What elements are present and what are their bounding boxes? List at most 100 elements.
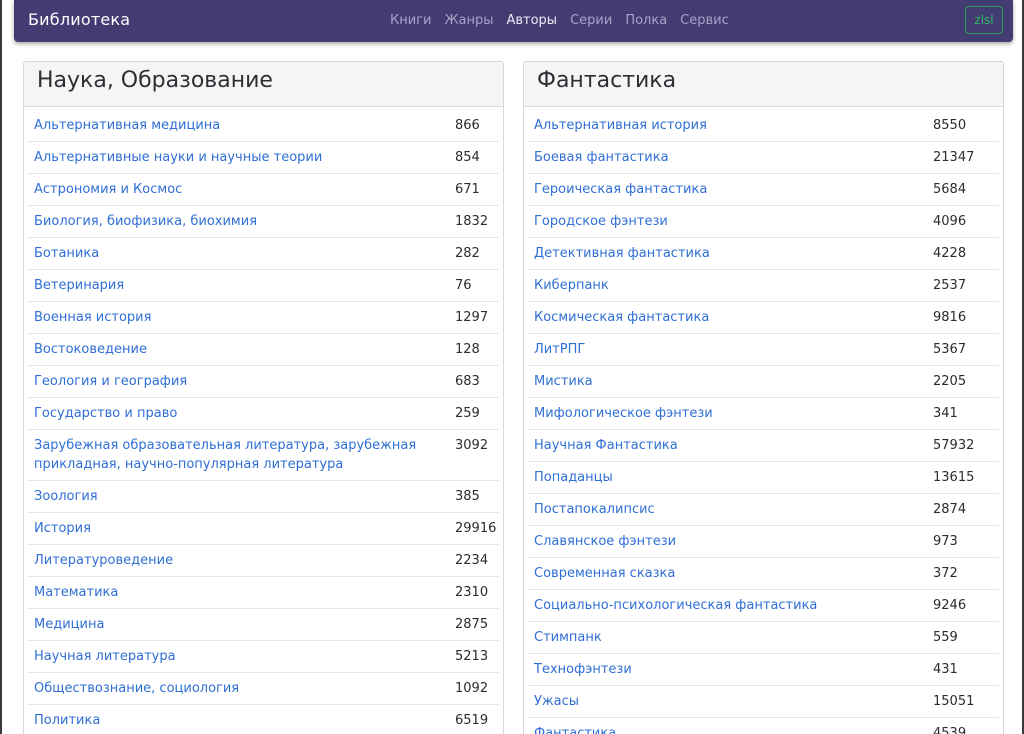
genre-link[interactable]: Постапокалипсис bbox=[534, 500, 933, 519]
genre-link[interactable]: Астрономия и Космос bbox=[34, 180, 455, 199]
genre-row: Попаданцы 13615 bbox=[528, 462, 999, 494]
genre-link[interactable]: Биология, биофизика, биохимия bbox=[34, 212, 455, 231]
genre-book-count: 2874 bbox=[933, 502, 967, 517]
genre-link[interactable]: Военная история bbox=[34, 308, 455, 327]
genre-book-count: 15051 bbox=[933, 694, 975, 709]
genre-link[interactable]: Мифологическое фэнтези bbox=[534, 404, 933, 423]
nav-link-service[interactable]: Сервис bbox=[680, 13, 729, 28]
genre-book-count: 6519 bbox=[455, 713, 489, 728]
genre-row: Киберпанк 2537 bbox=[528, 270, 999, 302]
brand-title[interactable]: Библиотека bbox=[28, 10, 130, 29]
genre-book-count: 128 bbox=[455, 342, 480, 357]
genre-link[interactable]: Фантастика bbox=[534, 724, 933, 734]
genre-book-count: 259 bbox=[455, 406, 480, 421]
genre-link[interactable]: Государство и право bbox=[34, 404, 455, 423]
genre-link[interactable]: Попаданцы bbox=[534, 468, 933, 487]
genre-link[interactable]: Ужасы bbox=[534, 692, 933, 711]
genre-book-count: 683 bbox=[455, 374, 480, 389]
genre-row: Литературоведение 2234 bbox=[28, 545, 499, 577]
genre-link[interactable]: Литературоведение bbox=[34, 551, 455, 570]
genre-link[interactable]: Технофэнтези bbox=[534, 660, 933, 679]
genre-link[interactable]: Городское фэнтези bbox=[534, 212, 933, 231]
genre-book-count: 21347 bbox=[933, 150, 975, 165]
genre-book-count: 5367 bbox=[933, 342, 967, 357]
genre-row: Политика 6519 bbox=[28, 705, 499, 734]
nav-link-series[interactable]: Серии bbox=[570, 13, 612, 28]
genre-row: Медицина 2875 bbox=[28, 609, 499, 641]
genre-row: ЛитРПГ 5367 bbox=[528, 334, 999, 366]
genre-book-count: 341 bbox=[933, 406, 958, 421]
genre-link[interactable]: Альтернативная медицина bbox=[34, 116, 455, 135]
genre-row: Постапокалипсис 2874 bbox=[528, 494, 999, 526]
genre-link[interactable]: Обществознание, социология bbox=[34, 679, 455, 698]
genre-book-count: 2234 bbox=[455, 553, 489, 568]
genre-book-count: 2875 bbox=[455, 617, 489, 632]
genre-link[interactable]: Современная сказка bbox=[534, 564, 933, 583]
genre-link[interactable]: Боевая фантастика bbox=[534, 148, 933, 167]
genre-book-count: 4228 bbox=[933, 246, 967, 261]
genre-book-count: 282 bbox=[455, 246, 480, 261]
genre-book-count: 76 bbox=[455, 278, 472, 293]
nav-link-shelf[interactable]: Полка bbox=[625, 13, 667, 28]
genre-link[interactable]: Стимпанк bbox=[534, 628, 933, 647]
genre-row: Зарубежная образовательная литература, з… bbox=[28, 430, 499, 481]
section-title: Наука, Образование bbox=[24, 62, 503, 107]
genre-link[interactable]: История bbox=[34, 519, 455, 538]
genre-row: Фантастика 4539 bbox=[528, 718, 999, 734]
genre-link[interactable]: Детективная фантастика bbox=[534, 244, 933, 263]
browser-viewport: Библиотека Книги Жанры Авторы Серии Полк… bbox=[0, 0, 1024, 734]
main-nav: Книги Жанры Авторы Серии Полка Сервис bbox=[390, 13, 742, 28]
genre-link[interactable]: Математика bbox=[34, 583, 455, 602]
genre-link[interactable]: Ботаника bbox=[34, 244, 455, 263]
genre-row: Геология и география 683 bbox=[28, 366, 499, 398]
top-navbar: Библиотека Книги Жанры Авторы Серии Полк… bbox=[14, 0, 1013, 42]
section-card-science: Наука, Образование Альтернативная медици… bbox=[23, 61, 504, 734]
genre-link[interactable]: Научная Фантастика bbox=[534, 436, 933, 455]
genre-link[interactable]: Зоология bbox=[34, 487, 455, 506]
genre-book-count: 559 bbox=[933, 630, 958, 645]
genre-row: Востоковедение 128 bbox=[28, 334, 499, 366]
genre-link[interactable]: Героическая фантастика bbox=[534, 180, 933, 199]
genre-book-count: 973 bbox=[933, 534, 958, 549]
genre-row: Альтернативные науки и научные теории 854 bbox=[28, 142, 499, 174]
genre-link[interactable]: Киберпанк bbox=[534, 276, 933, 295]
genre-link[interactable]: Востоковедение bbox=[34, 340, 455, 359]
genre-book-count: 29916 bbox=[455, 521, 497, 536]
genre-row: Научная литература 5213 bbox=[28, 641, 499, 673]
genre-link[interactable]: Научная литература bbox=[34, 647, 455, 666]
genre-book-count: 57932 bbox=[933, 438, 975, 453]
genre-link[interactable]: Медицина bbox=[34, 615, 455, 634]
genre-link[interactable]: Альтернативные науки и научные теории bbox=[34, 148, 455, 167]
genre-row: Героическая фантастика 5684 bbox=[528, 174, 999, 206]
genre-link[interactable]: Космическая фантастика bbox=[534, 308, 933, 327]
genre-link[interactable]: Альтернативная история bbox=[534, 116, 933, 135]
genre-row: История 29916 bbox=[28, 513, 499, 545]
genre-link[interactable]: Социально-психологическая фантастика bbox=[534, 596, 933, 615]
nav-link-books[interactable]: Книги bbox=[390, 13, 431, 28]
genre-book-count: 372 bbox=[933, 566, 958, 581]
genre-book-count: 5684 bbox=[933, 182, 967, 197]
genre-link[interactable]: ЛитРПГ bbox=[534, 340, 933, 359]
genre-link[interactable]: Зарубежная образовательная литература, з… bbox=[34, 436, 455, 474]
genre-link[interactable]: Славянское фэнтези bbox=[534, 532, 933, 551]
user-button[interactable]: zlsl bbox=[965, 6, 1003, 34]
genre-link[interactable]: Мистика bbox=[534, 372, 933, 391]
genre-book-count: 854 bbox=[455, 150, 480, 165]
genre-link[interactable]: Геология и география bbox=[34, 372, 455, 391]
genre-book-count: 2310 bbox=[455, 585, 489, 600]
genre-link[interactable]: Ветеринария bbox=[34, 276, 455, 295]
nav-link-genres[interactable]: Жанры bbox=[444, 13, 493, 28]
genre-row: Зоология 385 bbox=[28, 481, 499, 513]
genre-row: Детективная фантастика 4228 bbox=[528, 238, 999, 270]
genre-row: Мифологическое фэнтези 341 bbox=[528, 398, 999, 430]
genre-row: Космическая фантастика 9816 bbox=[528, 302, 999, 334]
genre-book-count: 1297 bbox=[455, 310, 489, 325]
genre-row: Городское фэнтези 4096 bbox=[528, 206, 999, 238]
genre-book-count: 5213 bbox=[455, 649, 489, 664]
genre-row: Военная история 1297 bbox=[28, 302, 499, 334]
nav-link-authors[interactable]: Авторы bbox=[506, 13, 557, 28]
genre-row: Обществознание, социология 1092 bbox=[28, 673, 499, 705]
genre-book-count: 3092 bbox=[455, 438, 489, 453]
genre-link[interactable]: Политика bbox=[34, 711, 455, 730]
genre-book-count: 13615 bbox=[933, 470, 975, 485]
